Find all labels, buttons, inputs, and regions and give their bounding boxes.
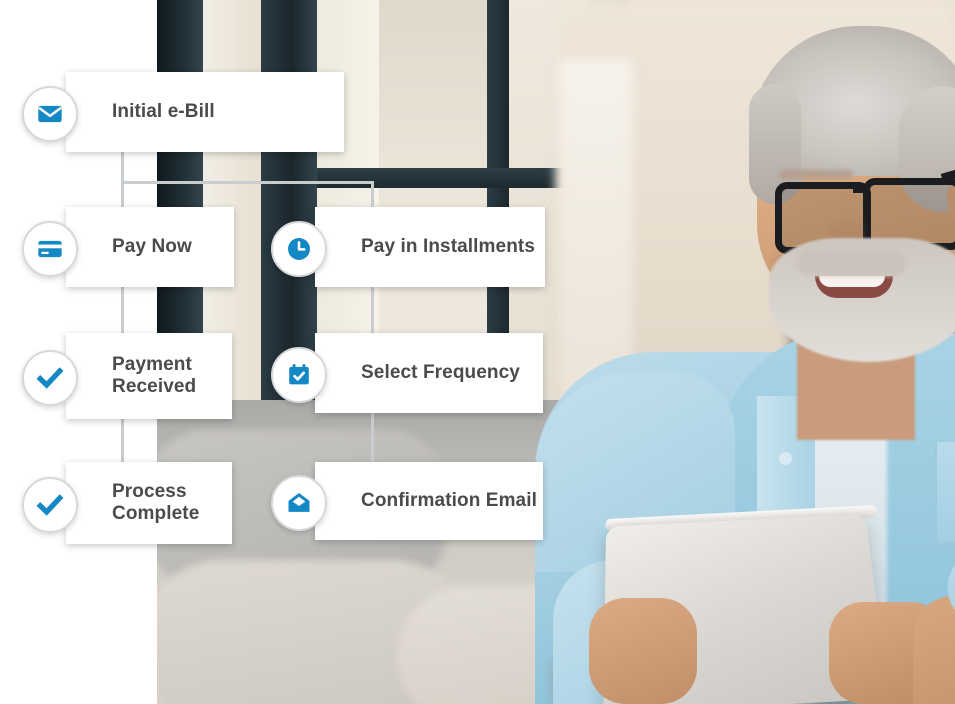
person-mustache xyxy=(797,250,907,276)
flow-node-label: Select Frequency xyxy=(361,362,520,384)
flow-node-card[interactable]: Process Complete xyxy=(66,462,232,544)
calendar-check-icon xyxy=(271,347,327,403)
flow-node-label: Pay Now xyxy=(112,236,192,258)
flow-node-process-complete[interactable]: Process Complete xyxy=(22,462,232,544)
person-hand xyxy=(589,598,697,704)
flow-node-label: Confirmation Email xyxy=(361,490,537,512)
flow-node-label: Payment Received xyxy=(112,354,196,399)
open-envelope-icon xyxy=(271,475,327,531)
check-icon xyxy=(22,477,78,533)
flow-node-pay-now[interactable]: Pay Now xyxy=(22,207,234,287)
credit-card-icon xyxy=(22,221,78,277)
flow-node-card[interactable]: Pay in Installments xyxy=(315,207,545,287)
person-shirt-button xyxy=(779,452,792,465)
flow-node-card[interactable]: Payment Received xyxy=(66,333,232,419)
flow-node-label: Initial e-Bill xyxy=(112,101,215,123)
flow-node-card[interactable]: Initial e-Bill xyxy=(66,72,344,152)
person-teeth xyxy=(819,276,885,287)
flowchart-hero-graphic: Initial e-Bill Pay Now Pay in Installmen… xyxy=(0,0,955,704)
flow-node-label: Process Complete xyxy=(112,481,199,526)
flow-node-pay-in-installments[interactable]: Pay in Installments xyxy=(271,207,545,287)
person-shirt-pocket xyxy=(935,442,955,544)
clock-icon xyxy=(271,221,327,277)
flow-node-initial-e-bill[interactable]: Initial e-Bill xyxy=(22,72,344,152)
flow-node-confirmation-email[interactable]: Confirmation Email xyxy=(271,462,543,540)
flow-node-label: Pay in Installments xyxy=(361,236,535,258)
connector-branch-horizontal xyxy=(121,181,374,184)
person-forearm xyxy=(913,596,955,704)
check-icon xyxy=(22,350,78,406)
flow-node-card[interactable]: Confirmation Email xyxy=(315,462,543,540)
flow-node-payment-received[interactable]: Payment Received xyxy=(22,333,232,419)
flow-node-select-frequency[interactable]: Select Frequency xyxy=(271,333,543,413)
person-eyebrow xyxy=(779,170,853,179)
person-eyeglasses-bridge xyxy=(853,186,869,193)
flow-node-card[interactable]: Select Frequency xyxy=(315,333,543,413)
envelope-icon xyxy=(22,86,78,142)
flow-node-card[interactable]: Pay Now xyxy=(66,207,234,287)
